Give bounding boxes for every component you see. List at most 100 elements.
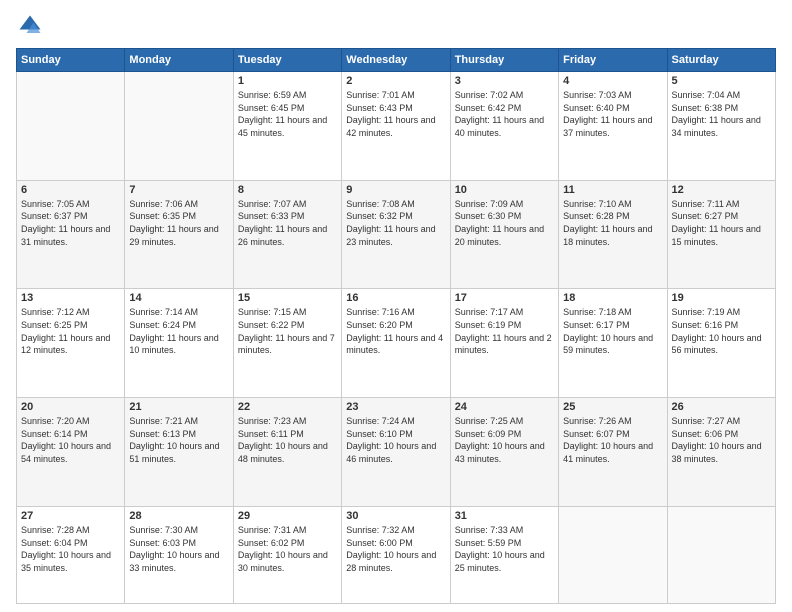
- calendar-week-row: 6 Sunrise: 7:05 AM Sunset: 6:37 PM Daylig…: [17, 180, 776, 289]
- day-info: Sunrise: 7:20 AM Sunset: 6:14 PM Dayligh…: [21, 415, 120, 465]
- day-number: 7: [129, 184, 228, 196]
- calendar-cell: 7 Sunrise: 7:06 AM Sunset: 6:35 PM Daylig…: [125, 180, 233, 289]
- weekday-header: Thursday: [450, 49, 558, 72]
- calendar-cell: 6 Sunrise: 7:05 AM Sunset: 6:37 PM Daylig…: [17, 180, 125, 289]
- day-number: 18: [563, 292, 662, 304]
- day-info: Sunrise: 7:30 AM Sunset: 6:03 PM Dayligh…: [129, 524, 228, 574]
- calendar-cell: 12Sunrise: 7:11 AM Sunset: 6:27 PM Dayli…: [667, 180, 775, 289]
- calendar-cell: 2Sunrise: 7:01 AM Sunset: 6:43 PM Daylig…: [342, 72, 450, 181]
- day-info: Sunrise: 7:24 AM Sunset: 6:10 PM Dayligh…: [346, 415, 445, 465]
- calendar-cell: 18 Sunrise: 7:18 AM Sunset: 6:17 PM Dayli…: [559, 289, 667, 398]
- calendar-cell: [125, 72, 233, 181]
- calendar-cell: 1Sunrise: 6:59 AM Sunset: 6:45 PM Daylig…: [233, 72, 341, 181]
- calendar-cell: [559, 506, 667, 603]
- day-number: 2: [346, 75, 445, 87]
- day-number: 16: [346, 292, 445, 304]
- day-number: 11: [563, 184, 662, 196]
- day-number: 3: [455, 75, 554, 87]
- day-info: Sunrise: 7:12 AM Sunset: 6:25 PM Dayligh…: [21, 306, 120, 356]
- calendar-week-row: 20 Sunrise: 7:20 AM Sunset: 6:14 PM Dayli…: [17, 398, 776, 507]
- day-info: Sunrise: 7:27 AM Sunset: 6:06 PM Dayligh…: [672, 415, 771, 465]
- day-number: 28: [129, 510, 228, 522]
- day-info: Sunrise: 7:33 AM Sunset: 5:59 PM Dayligh…: [455, 524, 554, 574]
- logo-icon: [16, 12, 44, 40]
- calendar-week-row: 1Sunrise: 6:59 AM Sunset: 6:45 PM Daylig…: [17, 72, 776, 181]
- day-number: 12: [672, 184, 771, 196]
- calendar-cell: 23 Sunrise: 7:24 AM Sunset: 6:10 PM Dayli…: [342, 398, 450, 507]
- day-info: Sunrise: 7:19 AM Sunset: 6:16 PM Dayligh…: [672, 306, 771, 356]
- calendar-cell: 19 Sunrise: 7:19 AM Sunset: 6:16 PM Dayli…: [667, 289, 775, 398]
- calendar-cell: 25 Sunrise: 7:26 AM Sunset: 6:07 PM Dayli…: [559, 398, 667, 507]
- day-info: Sunrise: 7:15 AM Sunset: 6:22 PM Dayligh…: [238, 306, 337, 356]
- calendar-cell: 16 Sunrise: 7:16 AM Sunset: 6:20 PM Dayli…: [342, 289, 450, 398]
- day-info: Sunrise: 6:59 AM Sunset: 6:45 PM Dayligh…: [238, 89, 337, 139]
- day-number: 25: [563, 401, 662, 413]
- weekday-header: Monday: [125, 49, 233, 72]
- calendar-cell: 10Sunrise: 7:09 AM Sunset: 6:30 PM Dayli…: [450, 180, 558, 289]
- day-info: Sunrise: 7:04 AM Sunset: 6:38 PM Dayligh…: [672, 89, 771, 139]
- calendar-cell: 22Sunrise: 7:23 AM Sunset: 6:11 PM Dayli…: [233, 398, 341, 507]
- day-info: Sunrise: 7:02 AM Sunset: 6:42 PM Dayligh…: [455, 89, 554, 139]
- day-info: Sunrise: 7:26 AM Sunset: 6:07 PM Dayligh…: [563, 415, 662, 465]
- logo: [16, 12, 48, 40]
- day-number: 23: [346, 401, 445, 413]
- calendar-cell: 9 Sunrise: 7:08 AM Sunset: 6:32 PM Daylig…: [342, 180, 450, 289]
- day-info: Sunrise: 7:17 AM Sunset: 6:19 PM Dayligh…: [455, 306, 554, 356]
- day-info: Sunrise: 7:03 AM Sunset: 6:40 PM Dayligh…: [563, 89, 662, 139]
- day-info: Sunrise: 7:07 AM Sunset: 6:33 PM Dayligh…: [238, 198, 337, 248]
- calendar-cell: 3 Sunrise: 7:02 AM Sunset: 6:42 PM Daylig…: [450, 72, 558, 181]
- calendar-cell: 8 Sunrise: 7:07 AM Sunset: 6:33 PM Daylig…: [233, 180, 341, 289]
- day-number: 21: [129, 401, 228, 413]
- calendar-cell: 29 Sunrise: 7:31 AM Sunset: 6:02 PM Dayli…: [233, 506, 341, 603]
- calendar-cell: 14 Sunrise: 7:14 AM Sunset: 6:24 PM Dayli…: [125, 289, 233, 398]
- day-info: Sunrise: 7:06 AM Sunset: 6:35 PM Dayligh…: [129, 198, 228, 248]
- day-info: Sunrise: 7:21 AM Sunset: 6:13 PM Dayligh…: [129, 415, 228, 465]
- calendar-cell: 30Sunrise: 7:32 AM Sunset: 6:00 PM Dayli…: [342, 506, 450, 603]
- day-number: 31: [455, 510, 554, 522]
- day-info: Sunrise: 7:09 AM Sunset: 6:30 PM Dayligh…: [455, 198, 554, 248]
- day-info: Sunrise: 7:25 AM Sunset: 6:09 PM Dayligh…: [455, 415, 554, 465]
- calendar-table: SundayMondayTuesdayWednesdayThursdayFrid…: [16, 48, 776, 604]
- day-info: Sunrise: 7:32 AM Sunset: 6:00 PM Dayligh…: [346, 524, 445, 574]
- calendar-cell: 27 Sunrise: 7:28 AM Sunset: 6:04 PM Dayli…: [17, 506, 125, 603]
- day-info: Sunrise: 7:08 AM Sunset: 6:32 PM Dayligh…: [346, 198, 445, 248]
- day-info: Sunrise: 7:10 AM Sunset: 6:28 PM Dayligh…: [563, 198, 662, 248]
- calendar-cell: [667, 506, 775, 603]
- weekday-header: Tuesday: [233, 49, 341, 72]
- day-info: Sunrise: 7:28 AM Sunset: 6:04 PM Dayligh…: [21, 524, 120, 574]
- day-number: 14: [129, 292, 228, 304]
- calendar-cell: 13 Sunrise: 7:12 AM Sunset: 6:25 PM Dayli…: [17, 289, 125, 398]
- day-info: Sunrise: 7:14 AM Sunset: 6:24 PM Dayligh…: [129, 306, 228, 356]
- calendar-cell: [17, 72, 125, 181]
- day-number: 20: [21, 401, 120, 413]
- day-info: Sunrise: 7:31 AM Sunset: 6:02 PM Dayligh…: [238, 524, 337, 574]
- day-number: 26: [672, 401, 771, 413]
- day-number: 8: [238, 184, 337, 196]
- calendar-cell: 17 Sunrise: 7:17 AM Sunset: 6:19 PM Dayli…: [450, 289, 558, 398]
- weekday-header: Sunday: [17, 49, 125, 72]
- day-number: 29: [238, 510, 337, 522]
- day-info: Sunrise: 7:16 AM Sunset: 6:20 PM Dayligh…: [346, 306, 445, 356]
- calendar-week-row: 27 Sunrise: 7:28 AM Sunset: 6:04 PM Dayli…: [17, 506, 776, 603]
- calendar-cell: 11 Sunrise: 7:10 AM Sunset: 6:28 PM Dayli…: [559, 180, 667, 289]
- day-number: 13: [21, 292, 120, 304]
- weekday-header: Friday: [559, 49, 667, 72]
- day-number: 6: [21, 184, 120, 196]
- day-number: 5: [672, 75, 771, 87]
- weekday-header-row: SundayMondayTuesdayWednesdayThursdayFrid…: [17, 49, 776, 72]
- day-number: 17: [455, 292, 554, 304]
- calendar-cell: 4Sunrise: 7:03 AM Sunset: 6:40 PM Daylig…: [559, 72, 667, 181]
- header: [16, 12, 776, 40]
- day-number: 27: [21, 510, 120, 522]
- calendar-cell: 5 Sunrise: 7:04 AM Sunset: 6:38 PM Daylig…: [667, 72, 775, 181]
- day-info: Sunrise: 7:18 AM Sunset: 6:17 PM Dayligh…: [563, 306, 662, 356]
- calendar-cell: 21 Sunrise: 7:21 AM Sunset: 6:13 PM Dayli…: [125, 398, 233, 507]
- day-number: 19: [672, 292, 771, 304]
- calendar-cell: 31 Sunrise: 7:33 AM Sunset: 5:59 PM Dayli…: [450, 506, 558, 603]
- weekday-header: Saturday: [667, 49, 775, 72]
- day-info: Sunrise: 7:05 AM Sunset: 6:37 PM Dayligh…: [21, 198, 120, 248]
- calendar-cell: 28 Sunrise: 7:30 AM Sunset: 6:03 PM Dayli…: [125, 506, 233, 603]
- day-info: Sunrise: 7:23 AM Sunset: 6:11 PM Dayligh…: [238, 415, 337, 465]
- day-number: 9: [346, 184, 445, 196]
- day-number: 15: [238, 292, 337, 304]
